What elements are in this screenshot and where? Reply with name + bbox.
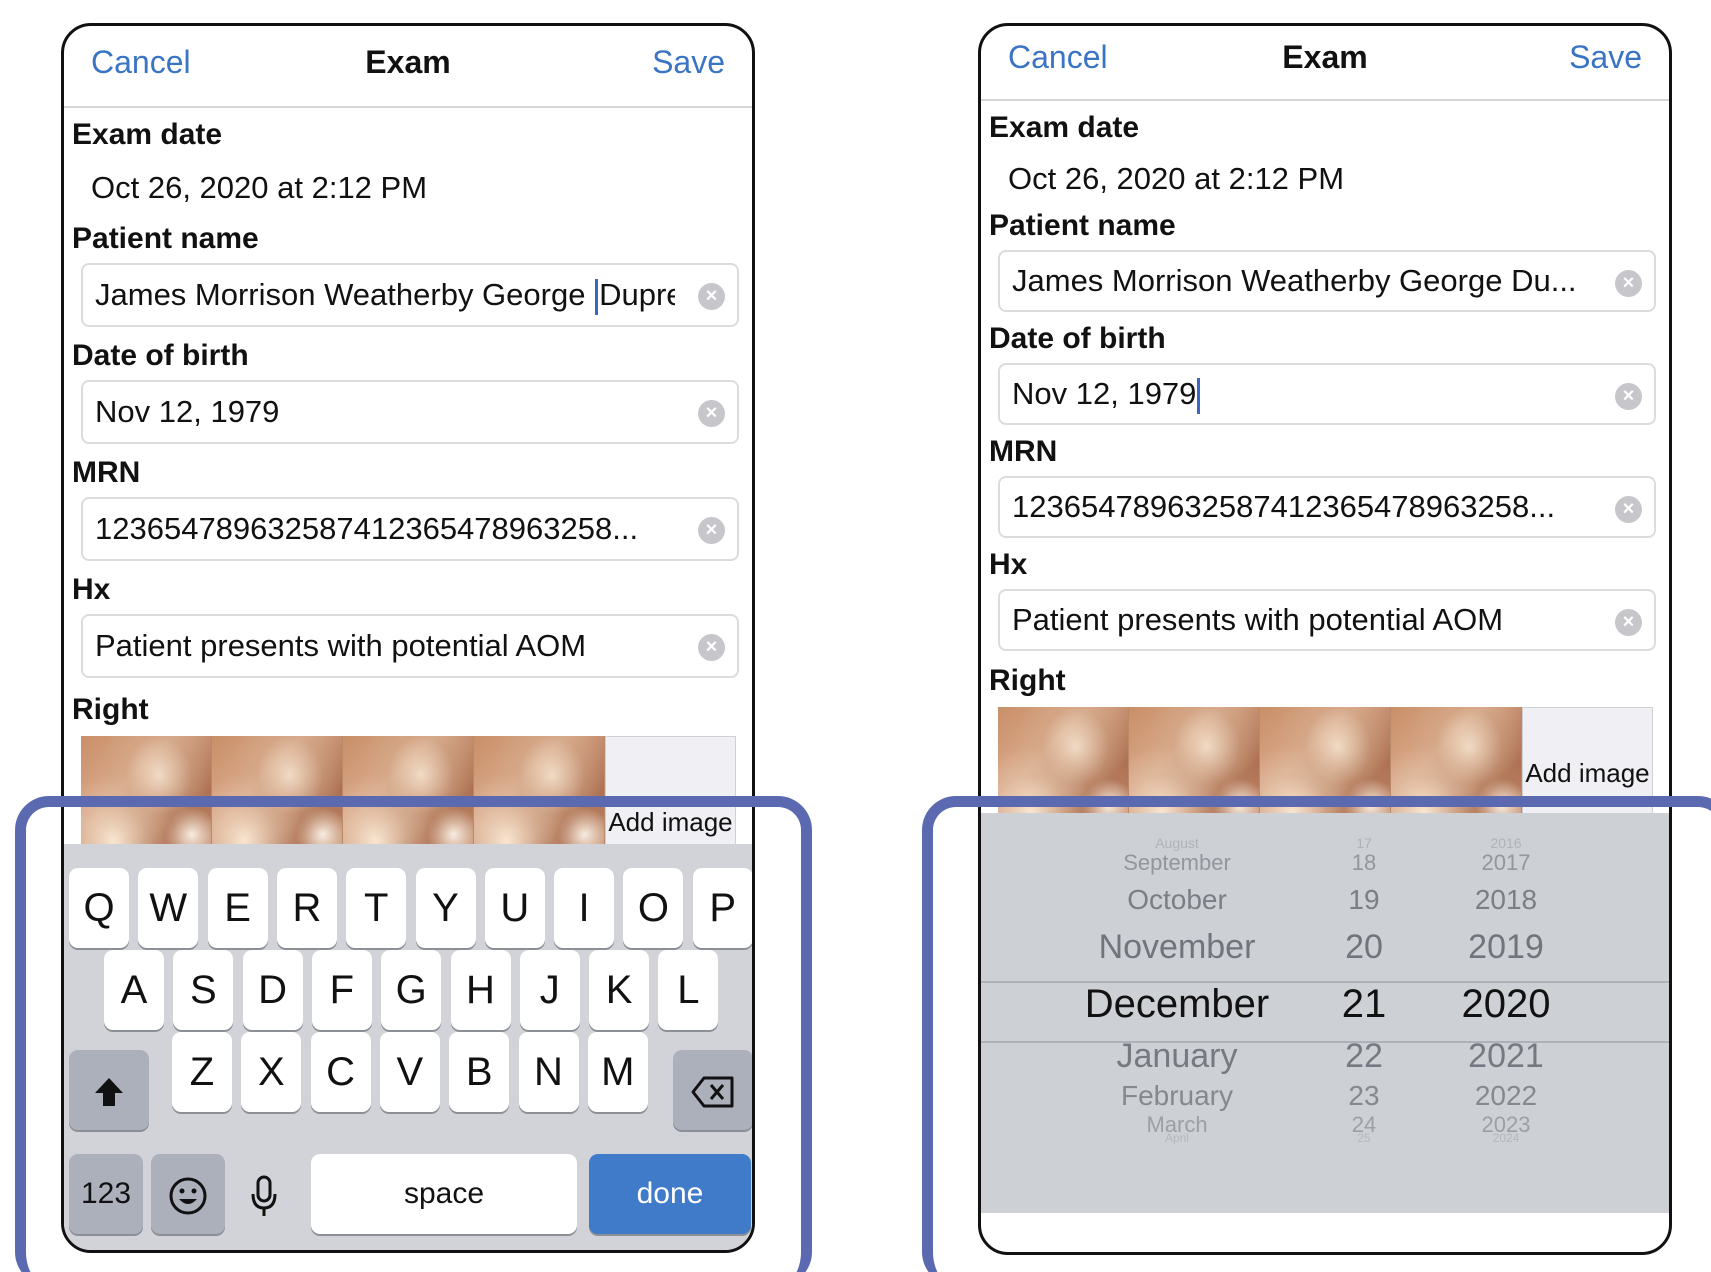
nav-bar: Cancel Exam Save — [981, 26, 1669, 101]
nav-bar: Cancel Exam Save — [64, 26, 752, 108]
clear-icon[interactable]: × — [698, 634, 725, 661]
mrn-label: MRN — [72, 456, 141, 489]
save-button[interactable]: Save — [652, 44, 725, 81]
mrn-label: MRN — [989, 435, 1058, 468]
exam-date-value[interactable]: Oct 26, 2020 at 2:12 PM — [1008, 161, 1344, 197]
exam-date-label: Exam date — [989, 111, 1140, 144]
patient-name-label: Patient name — [72, 222, 259, 255]
hx-text: Patient presents with potential AOM — [1012, 602, 1504, 637]
right-ear-label: Right — [72, 693, 149, 726]
clear-icon[interactable]: × — [1615, 609, 1642, 636]
dob-text: Nov 12, 1979 — [1012, 365, 1201, 423]
text-caret — [1197, 377, 1201, 414]
clear-icon[interactable]: × — [1615, 383, 1642, 410]
highlight-frame-keyboard — [15, 796, 812, 1272]
save-button[interactable]: Save — [1569, 39, 1642, 76]
dob-label: Date of birth — [72, 339, 249, 372]
exam-date-label: Exam date — [72, 118, 223, 151]
highlight-frame-date-picker — [922, 796, 1711, 1272]
right-ear-label: Right — [989, 664, 1066, 697]
page-title: Exam — [365, 44, 451, 80]
exam-date-value[interactable]: Oct 26, 2020 at 2:12 PM — [91, 170, 427, 206]
hx-label: Hx — [989, 548, 1028, 581]
mrn-field[interactable]: 12365478963258741236547896325​8... × — [81, 497, 739, 561]
patient-name-field[interactable]: James Morrison Weatherby George Dupre × — [81, 263, 739, 327]
patient-name-text: James Morrison Weatherby George Du... — [1012, 263, 1577, 298]
patient-name-text: James Morrison Weatherby George Dupre — [95, 265, 675, 325]
clear-icon[interactable]: × — [698, 400, 725, 427]
hx-field[interactable]: Patient presents with potential AOM × — [81, 614, 739, 678]
mrn-field[interactable]: 12365478963258741236547896325​8... × — [998, 476, 1656, 538]
hx-field[interactable]: Patient presents with potential AOM × — [998, 589, 1656, 651]
clear-icon[interactable]: × — [698, 283, 725, 310]
dob-field[interactable]: Nov 12, 1979 × — [998, 363, 1656, 425]
clear-icon[interactable]: × — [698, 517, 725, 544]
clear-icon[interactable]: × — [1615, 496, 1642, 523]
dob-text: Nov 12, 1979 — [95, 394, 280, 429]
hx-label: Hx — [72, 573, 111, 606]
patient-name-label: Patient name — [989, 209, 1176, 242]
page-title: Exam — [1282, 39, 1368, 75]
mrn-text: 12365478963258741236547896325​8... — [1012, 489, 1556, 524]
patient-name-field[interactable]: James Morrison Weatherby George Du... × — [998, 250, 1656, 312]
clear-icon[interactable]: × — [1615, 270, 1642, 297]
mrn-text: 12365478963258741236547896325​8... — [95, 511, 639, 546]
text-caret — [595, 278, 599, 315]
hx-text: Patient presents with potential AOM — [95, 628, 587, 663]
dob-label: Date of birth — [989, 322, 1166, 355]
dob-field[interactable]: Nov 12, 1979 × — [81, 380, 739, 444]
